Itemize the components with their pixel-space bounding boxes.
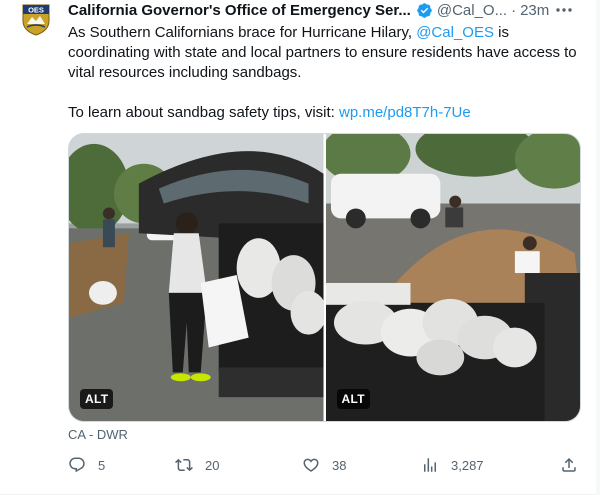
retweet-count: 20 (205, 457, 220, 473)
like-count: 38 (332, 457, 347, 473)
views-icon (421, 456, 439, 474)
author-display-name[interactable]: California Governor's Office of Emergenc… (68, 2, 411, 19)
media-grid: ALT ALT (68, 133, 581, 422)
scrollbar[interactable] (596, 0, 600, 495)
more-horizontal-icon[interactable] (554, 0, 574, 20)
avatar-text: OES (28, 6, 44, 15)
retweet-button[interactable]: 20 (175, 454, 219, 476)
action-bar: 5 20 38 3,287 (68, 454, 583, 476)
cal-oes-shield-logo-icon: OES (22, 4, 50, 36)
tweet-timestamp[interactable]: 23m (520, 2, 549, 19)
alt-badge-2[interactable]: ALT (336, 389, 370, 409)
tweet[interactable]: OES California Governor's Office of Emer… (0, 0, 600, 495)
reply-icon (68, 456, 86, 474)
share-button[interactable] (560, 454, 578, 476)
reply-button[interactable]: 5 (68, 454, 105, 476)
retweet-icon (175, 456, 193, 474)
verified-badge-icon[interactable] (416, 2, 433, 19)
url-link[interactable]: wp.me/pd8T7h-7Ue (339, 104, 471, 121)
photo-2[interactable]: ALT (325, 134, 580, 421)
avatar[interactable]: OES (22, 4, 50, 36)
media-credit: CA - DWR (68, 427, 128, 442)
separator-dot: · (511, 1, 517, 19)
tweet-header: California Governor's Office of Emergenc… (68, 0, 588, 20)
tweet-text-part1: As Southern Californians brace for Hurri… (68, 24, 417, 41)
mention-link[interactable]: @Cal_OES (416, 24, 494, 41)
photo-1[interactable]: ALT (69, 134, 324, 421)
views-button[interactable]: 3,287 (421, 454, 484, 476)
tweet-text-part3: To learn about sandbag safety tips, visi… (68, 104, 339, 121)
heart-icon (302, 456, 320, 474)
alt-badge-1[interactable]: ALT (80, 389, 114, 409)
tweet-text: As Southern Californians brace for Hurri… (68, 23, 588, 123)
author-handle[interactable]: @Cal_O... (437, 2, 507, 19)
share-icon (560, 456, 578, 474)
reply-count: 5 (98, 457, 106, 473)
views-count: 3,287 (451, 457, 484, 473)
like-button[interactable]: 38 (302, 454, 346, 476)
